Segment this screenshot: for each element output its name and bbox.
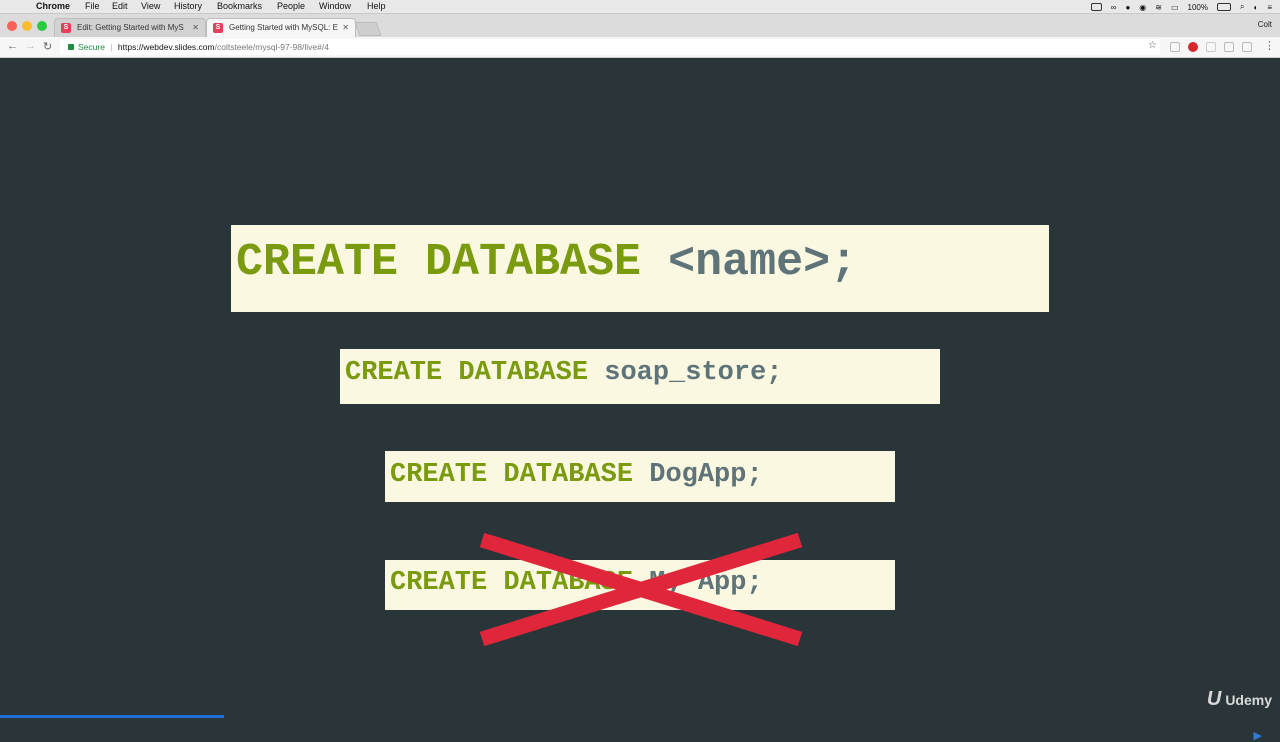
url-host: https://webdev.slides.com [117,42,215,52]
reload-icon[interactable]: ↻ [43,40,52,53]
menu-bookmarks[interactable]: Bookmarks [217,1,262,11]
wifi-icon[interactable]: ≋ [1155,3,1162,12]
chrome-menu-icon[interactable]: ⋮ [1264,39,1275,52]
spotlight-search-icon[interactable]: ⌕ [1240,2,1244,12]
next-slide-arrow-icon[interactable]: ▶ [1254,729,1262,742]
menu-chrome[interactable]: Chrome [36,1,70,11]
tab-strip: S Edit: Getting Started with MyS ✕ S Get… [0,14,1280,37]
udemy-watermark: U Udemy [1207,688,1272,711]
menu-history[interactable]: History [174,1,202,11]
udemy-logo-icon: U [1206,688,1222,710]
menu-help[interactable]: Help [367,1,386,11]
tab-getting-started[interactable]: S Getting Started with MySQL: E ✕ [206,18,356,37]
adblock-plus-icon[interactable] [1188,42,1198,52]
close-window-button[interactable] [7,21,17,31]
extension-icon[interactable] [1206,42,1216,52]
menu-edit[interactable]: Edit [112,1,128,11]
zoom-window-button[interactable] [37,21,47,31]
tab-title: Getting Started with MySQL: E [229,23,338,32]
red-x-cross-icon [479,532,803,647]
code-keyword: CREATE DATABASE [236,237,642,288]
new-tab-button[interactable] [354,22,382,36]
menu-file[interactable]: File [85,1,100,11]
extension-shield-icon[interactable] [1170,42,1180,52]
glasses-icon[interactable]: ∞ [1111,3,1117,12]
code-argument: soap_store; [604,358,783,388]
slides-favicon-icon: S [61,23,71,33]
udemy-wordmark: Udemy [1225,691,1272,708]
code-keyword: CREATE DATABASE [345,358,589,388]
minimize-window-button[interactable] [22,21,32,31]
slide-progress-bar [0,715,224,718]
extension-icon[interactable] [1242,42,1252,52]
bookmark-star-icon[interactable]: ☆ [1148,40,1157,51]
forward-arrow-icon[interactable]: → [25,40,36,52]
battery-percent: 100% [1187,2,1208,12]
tab-close-icon[interactable]: ✕ [192,23,199,32]
menu-people[interactable]: People [277,1,305,11]
code-argument: <name>; [668,237,858,288]
tab-edit-slides[interactable]: S Edit: Getting Started with MyS ✕ [54,18,206,37]
siri-icon[interactable]: ◐ [1253,3,1258,12]
syntax-code-box: CREATE DATABASE <name>; [231,225,1049,312]
cast-icon[interactable]: ◉ [1139,3,1146,12]
example-code-box: CREATE DATABASE soap_store; [340,349,940,404]
tab-title: Edit: Getting Started with MyS [77,23,184,32]
example-code-box: CREATE DATABASE DogApp; [385,451,895,502]
tab-close-icon[interactable]: ✕ [342,23,349,32]
battery-icon[interactable] [1217,3,1231,11]
slides-favicon-icon: S [213,23,223,33]
screen-record-icon[interactable] [1090,3,1102,11]
menu-bar: Chrome File Edit View History Bookmarks … [0,0,1280,14]
address-bar[interactable]: Secure | https://webdev.slides.com/colts… [60,39,1160,55]
code-argument: DogApp; [649,460,763,490]
secure-label: Secure [78,42,105,52]
browser-toolbar: ← → ↻ Secure | https://webdev.slides.com… [0,37,1280,58]
menu-window[interactable]: Window [319,1,351,11]
notification-center-icon[interactable]: ≡ [1267,3,1272,12]
lock-icon [68,44,74,50]
extension-icon[interactable] [1224,42,1234,52]
menu-view[interactable]: View [141,1,160,11]
slide-canvas: CREATE DATABASE <name>; CREATE DATABASE … [0,58,1280,742]
code-keyword: CREATE DATABASE [390,460,634,490]
profile-name[interactable]: Colt [1258,20,1272,29]
separator: | [110,42,113,52]
creative-cloud-icon[interactable]: ● [1125,3,1130,12]
back-arrow-icon[interactable]: ← [7,40,18,52]
url-path: /coltsteele/mysql-97-98/live#/4 [214,42,329,52]
airplay-icon[interactable]: ▭ [1171,3,1179,12]
